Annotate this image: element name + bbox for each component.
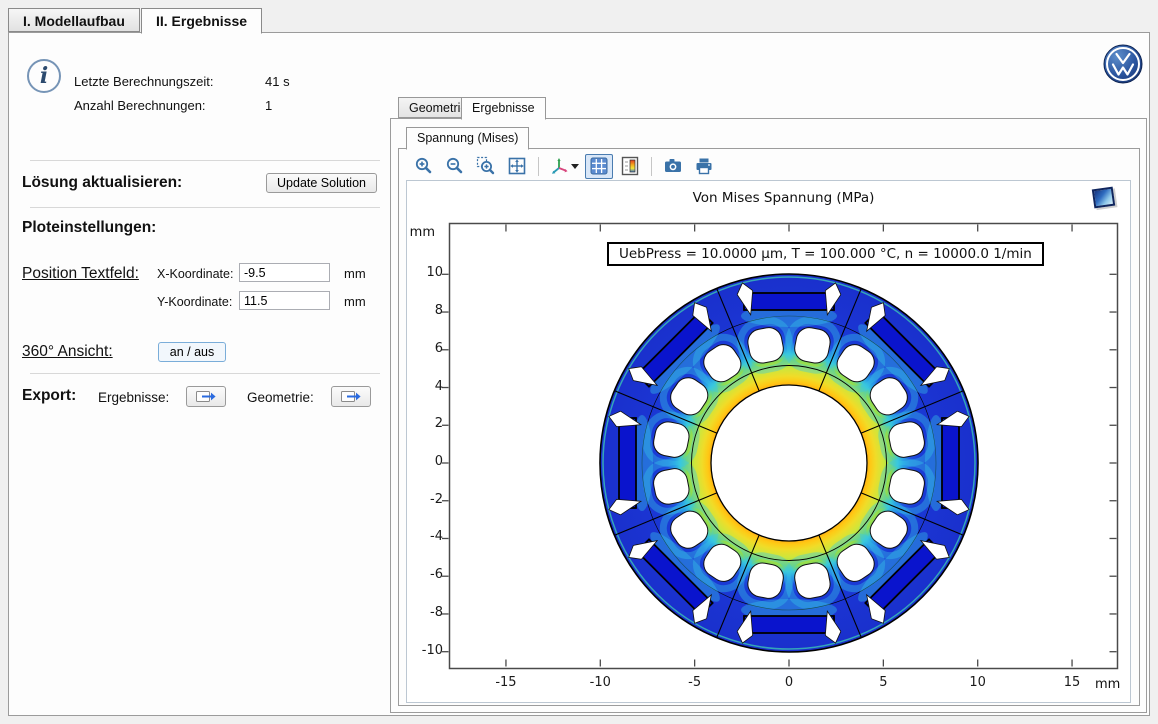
zoom-to-selection-button[interactable] <box>472 154 500 179</box>
divider <box>30 373 380 374</box>
axis-orientation-icon <box>550 156 570 176</box>
graphics-area[interactable]: Von Mises Spannung (MPa) <box>406 180 1131 703</box>
toolbar-separator <box>538 157 539 176</box>
zoom-out-button[interactable] <box>441 154 469 179</box>
zoom-to-selection-icon <box>476 156 496 176</box>
app-window: I. Modellaufbau II. Ergebnisse i Letzte … <box>0 0 1158 724</box>
chevron-down-icon[interactable] <box>571 164 579 169</box>
plot-annotation: UebPress = 10.0000 µm, T = 100.000 °C, n… <box>607 242 1044 266</box>
y-axis-unit: mm <box>407 225 435 240</box>
last-computation-label: Letzte Berechnungszeit: <box>74 74 213 89</box>
x-tick-label: 10 <box>956 675 1000 690</box>
zoom-in-button[interactable] <box>410 154 438 179</box>
y-tick-label: -6 <box>409 567 443 582</box>
x-tick-label: 0 <box>767 675 811 690</box>
plot-tab-spannung-mises[interactable]: Spannung (Mises) <box>406 127 529 150</box>
export-icon <box>340 389 362 404</box>
y-tick-label: 8 <box>409 303 443 318</box>
zoom-out-icon <box>445 156 465 176</box>
x-tick-label: 15 <box>1050 675 1094 690</box>
update-solution-heading: Lösung aktualisieren: <box>22 174 182 192</box>
x-unit-label: mm <box>344 266 366 281</box>
zoom-extents-icon <box>507 156 527 176</box>
export-geometry-label: Geometrie: <box>247 390 314 405</box>
export-geometry-button[interactable] <box>331 386 371 407</box>
volkswagen-logo <box>1103 44 1143 84</box>
color-legend-icon <box>620 156 640 176</box>
divider <box>30 207 380 208</box>
export-results-label: Ergebnisse: <box>98 390 169 405</box>
computation-count-label: Anzahl Berechnungen: <box>74 98 206 113</box>
y-unit-label: mm <box>344 294 366 309</box>
y-tick-label: -2 <box>409 492 443 507</box>
zoom-in-icon <box>414 156 434 176</box>
x-coordinate-input[interactable] <box>239 263 330 282</box>
y-tick-label: -8 <box>409 605 443 620</box>
tab-ergebnisse[interactable]: II. Ergebnisse <box>141 8 262 34</box>
printer-icon <box>694 156 714 176</box>
computation-count-value: 1 <box>265 98 272 113</box>
axis-orientation-button[interactable] <box>546 154 582 179</box>
y-tick-label: 2 <box>409 416 443 431</box>
y-tick-label: 4 <box>409 379 443 394</box>
view-360-heading: 360° Ansicht: <box>22 343 113 361</box>
y-tick-label: 10 <box>409 265 443 280</box>
grid-icon <box>590 157 608 175</box>
info-icon: i <box>27 59 61 93</box>
y-coordinate-input[interactable] <box>239 291 330 310</box>
export-results-button[interactable] <box>186 386 226 407</box>
graphics-toolbar <box>410 154 718 178</box>
graphics-tab-ergebnisse[interactable]: Ergebnisse <box>461 97 546 120</box>
x-tick-label: 5 <box>861 675 905 690</box>
x-coordinate-label: X-Koordinate: <box>157 267 233 281</box>
x-tick-label: -10 <box>578 675 622 690</box>
x-tick-label: -15 <box>484 675 528 690</box>
x-tick-label: -5 <box>673 675 717 690</box>
x-axis-unit: mm <box>1095 677 1120 692</box>
tab-modellaufbau[interactable]: I. Modellaufbau <box>8 8 140 32</box>
grid-toggle-button[interactable] <box>585 154 613 179</box>
export-heading: Export: <box>22 387 76 405</box>
y-tick-label: 0 <box>409 454 443 469</box>
y-coordinate-label: Y-Koordinate: <box>157 295 232 309</box>
view-360-toggle-button[interactable]: an / aus <box>158 342 226 362</box>
divider <box>30 160 380 161</box>
y-tick-label: 6 <box>409 341 443 356</box>
color-legend-toggle-button[interactable] <box>616 154 644 179</box>
update-solution-button[interactable]: Update Solution <box>266 173 377 193</box>
textfield-position-heading: Position Textfeld: <box>22 265 139 283</box>
zoom-extents-button[interactable] <box>503 154 531 179</box>
y-tick-label: -10 <box>409 643 443 658</box>
camera-icon <box>663 156 683 176</box>
toolbar-separator <box>651 157 652 176</box>
y-tick-label: -4 <box>409 529 443 544</box>
image-snapshot-button[interactable] <box>659 154 687 179</box>
export-icon <box>195 389 217 404</box>
print-button[interactable] <box>690 154 718 179</box>
plot-settings-heading: Ploteinstellungen: <box>22 219 156 237</box>
last-computation-value: 41 s <box>265 74 290 89</box>
